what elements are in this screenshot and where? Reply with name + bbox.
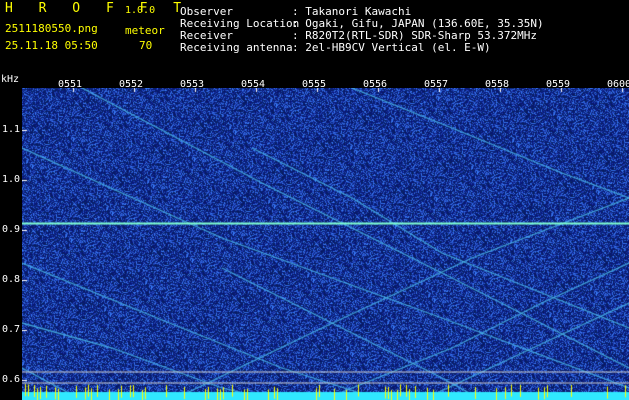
y-tick-0.8: 0.8 — [2, 274, 21, 285]
y-tick-0.7: 0.7 — [2, 324, 21, 335]
timestamp: 25.11.18 05:50 — [5, 39, 98, 52]
file-name: 2511180550.png — [5, 22, 98, 35]
antenna-label: Receiving antenna — [180, 41, 293, 54]
y-tick-0.9: 0.9 — [2, 224, 21, 235]
y-tick-1.1: 1.1 — [2, 124, 21, 135]
header-panel: H R O F F T 1.0.0 2511180550.png meteor … — [0, 0, 629, 70]
antenna-value: : 2el-HB9CV Vertical (el. E-W) — [292, 41, 491, 54]
count-value: 70 — [139, 39, 153, 52]
app-name: H R O F F T — [5, 1, 191, 16]
y-tick-1.0: 1.0 — [2, 174, 21, 185]
spectrogram-canvas — [22, 88, 629, 400]
y-unit-label: kHz — [1, 74, 20, 85]
y-tick-0.6: 0.6 — [2, 374, 21, 385]
spectrogram-panel: kHz 0551 0552 0553 0554 0555 0556 0557 0558 0559… — [0, 70, 629, 400]
app-version: 1.0.0 — [125, 5, 156, 16]
count-label: meteor — [125, 24, 165, 37]
